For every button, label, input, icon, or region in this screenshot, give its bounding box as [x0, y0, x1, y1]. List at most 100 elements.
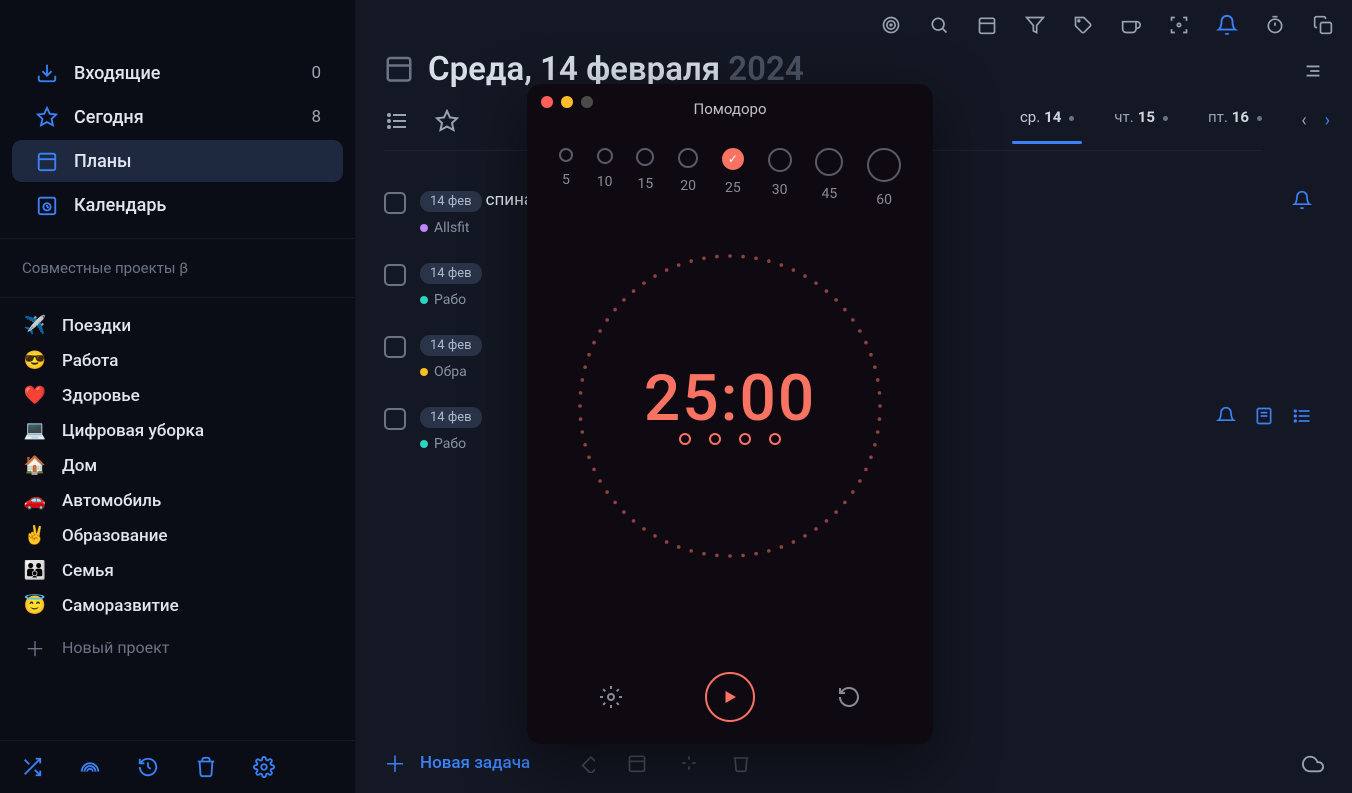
trash-icon[interactable] — [730, 752, 752, 774]
sidebar-project[interactable]: ✈️Поездки — [0, 308, 355, 343]
pomodoro-presets: 5 10 15 20 25 30 45 60 — [527, 118, 933, 208]
date-chip: 14 фев — [420, 407, 482, 428]
sidebar-item-today[interactable]: Сегодня 8 — [12, 96, 343, 138]
pomodoro-preset[interactable]: 5 — [559, 148, 573, 208]
project-emoji: 😎 — [22, 350, 48, 371]
pomodoro-preset[interactable]: 10 — [597, 148, 613, 208]
plus-icon: ＋ — [384, 747, 406, 779]
sidebar-item-inbox[interactable]: Входящие 0 — [12, 52, 343, 94]
coffee-icon[interactable] — [1120, 14, 1142, 36]
pomodoro-preset[interactable]: 60 — [867, 148, 901, 208]
new-task-bar[interactable]: ＋ Новая задача — [384, 747, 752, 779]
timer-icon[interactable] — [1264, 14, 1286, 36]
day-tab[interactable]: ср.14 — [1020, 108, 1074, 144]
history-icon[interactable] — [136, 755, 160, 779]
project-label: Дом — [62, 456, 97, 476]
pomodoro-preset[interactable]: 15 — [636, 148, 654, 208]
day-tab[interactable]: чт.15 — [1114, 108, 1168, 144]
project-label: Цифровая уборка — [62, 421, 204, 441]
gear-icon[interactable] — [596, 682, 626, 712]
next-day-icon[interactable]: › — [1325, 110, 1330, 131]
sidebar-project[interactable]: 🏠Дом — [0, 448, 355, 483]
pomodoro-traffic-lights[interactable] — [541, 96, 593, 108]
divider — [0, 238, 355, 239]
new-task-label: Новая задача — [420, 753, 530, 773]
checkbox[interactable] — [384, 264, 406, 286]
sidebar-new-project[interactable]: ＋ Новый проект — [0, 623, 355, 672]
preset-label: 45 — [815, 186, 843, 202]
project-emoji: 💻 — [22, 420, 48, 441]
day-tab[interactable]: пт.16 — [1208, 108, 1262, 144]
sidebar-project[interactable]: 👪 Семья — [0, 553, 355, 588]
sidebar-bottom-toolbar — [0, 740, 355, 793]
sidebar-label: Входящие — [74, 63, 311, 84]
pomodoro-preset[interactable]: 45 — [815, 148, 843, 208]
menu-icon[interactable] — [1302, 60, 1324, 86]
date-chip: 14 фев — [420, 335, 482, 356]
sidebar-project[interactable]: 😇Саморазвитие — [0, 588, 355, 623]
sidebar-project[interactable]: 💻 Цифровая уборка — [0, 413, 355, 448]
inbox-icon — [34, 60, 60, 86]
project-label: Семья — [62, 561, 114, 581]
sidebar-count: 0 — [311, 63, 321, 83]
top-toolbar — [880, 14, 1334, 36]
checkbox[interactable] — [384, 408, 406, 430]
star-view-icon[interactable] — [434, 108, 460, 134]
play-button[interactable] — [705, 672, 755, 722]
sidebar-project[interactable]: ✌️Образование — [0, 518, 355, 553]
sidebar-item-calendar[interactable]: Календарь — [12, 184, 343, 226]
session-dot — [769, 433, 781, 445]
expand-icon[interactable] — [678, 752, 700, 774]
copy-icon[interactable] — [1312, 14, 1334, 36]
note-icon[interactable] — [1254, 406, 1274, 426]
project-emoji: ✌️ — [22, 525, 48, 546]
project-emoji: 👪 — [22, 560, 48, 581]
sidebar-count: 8 — [311, 107, 321, 127]
search-icon[interactable] — [928, 14, 950, 36]
tag-icon[interactable] — [1072, 14, 1094, 36]
calendar-small-icon[interactable] — [976, 14, 998, 36]
sidebar-project[interactable]: ❤️Здоровье — [0, 378, 355, 413]
pomodoro-preset[interactable]: 25 — [722, 148, 744, 208]
sidebar-project[interactable]: 😎Работа — [0, 343, 355, 378]
reset-icon[interactable] — [834, 682, 864, 712]
filter-icon[interactable] — [1024, 14, 1046, 36]
shuffle-icon[interactable] — [20, 755, 44, 779]
diamond-icon[interactable] — [574, 752, 596, 774]
checkbox[interactable] — [384, 192, 406, 214]
rainbow-icon[interactable] — [78, 755, 102, 779]
project-label: Поездки — [62, 316, 131, 336]
prev-day-icon[interactable]: ‹ — [1301, 110, 1306, 131]
calendar-small-icon[interactable] — [626, 752, 648, 774]
star-icon — [34, 104, 60, 130]
close-dot[interactable] — [541, 96, 553, 108]
minimize-dot[interactable] — [561, 96, 573, 108]
target-icon[interactable] — [880, 14, 902, 36]
list-view-icon[interactable] — [384, 108, 410, 134]
sidebar-section-shared: Совместные проекты β — [0, 249, 355, 287]
calendar-icon — [34, 148, 60, 174]
bell-icon[interactable] — [1216, 406, 1236, 426]
cloud-icon[interactable] — [1302, 753, 1324, 775]
pomodoro-preset[interactable]: 30 — [768, 148, 792, 208]
maximize-dot[interactable] — [581, 96, 593, 108]
day-nav: ‹ › — [1301, 110, 1330, 131]
sidebar-project[interactable]: 🚗Автомобиль — [0, 483, 355, 518]
sidebar-item-plans[interactable]: Планы — [12, 140, 343, 182]
checkbox[interactable] — [384, 336, 406, 358]
sidebar-label: Планы — [74, 151, 321, 172]
list-icon[interactable] — [1292, 406, 1312, 426]
trash-icon[interactable] — [194, 755, 218, 779]
project-emoji: 😇 — [22, 595, 48, 616]
bell-icon[interactable] — [1292, 190, 1312, 210]
pomodoro-window[interactable]: Помодоро 510152025304560 25:00 — [527, 84, 933, 744]
focus-icon[interactable] — [1168, 14, 1190, 36]
date-chip: 14 фев — [420, 263, 482, 284]
view-switcher — [384, 108, 460, 134]
preset-label: 30 — [768, 182, 792, 198]
pomodoro-preset[interactable]: 20 — [678, 148, 698, 208]
divider — [0, 297, 355, 298]
new-project-label: Новый проект — [62, 638, 169, 657]
bell-icon[interactable] — [1216, 14, 1238, 36]
gear-icon[interactable] — [252, 755, 276, 779]
